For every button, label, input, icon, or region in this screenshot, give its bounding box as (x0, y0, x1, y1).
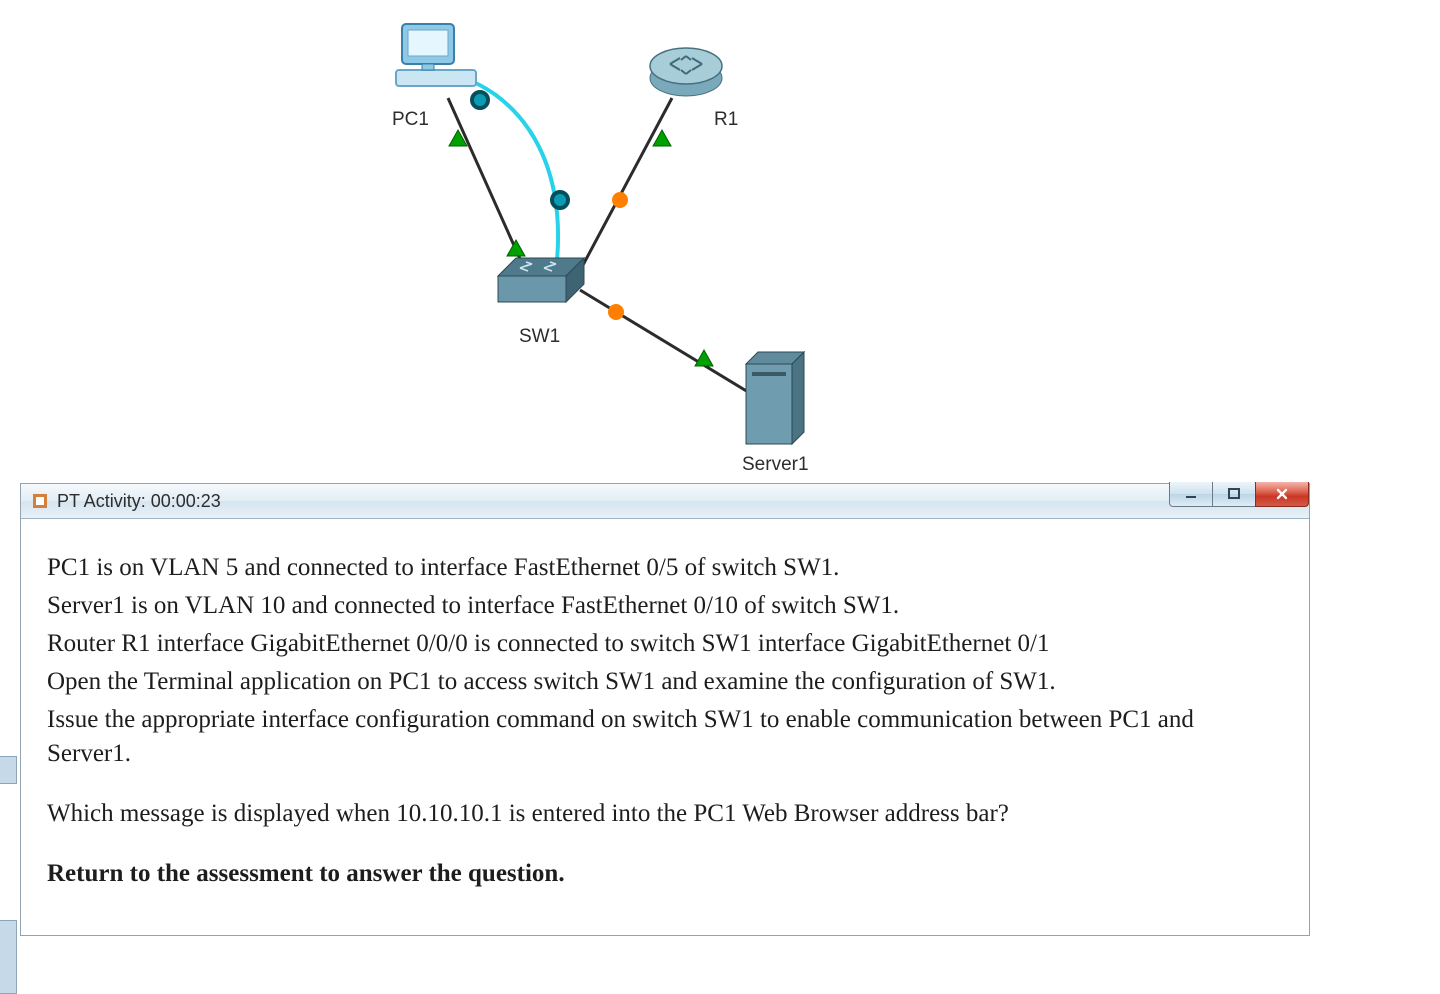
console-port-marker (552, 192, 568, 208)
topology-svg (0, 0, 1440, 490)
return-instruction: Return to the assessment to answer the q… (47, 857, 1283, 891)
minimize-button[interactable] (1169, 482, 1213, 507)
label-server1: Server1 (742, 454, 809, 476)
docked-fragment (0, 920, 17, 994)
status-amber-circle (608, 304, 624, 320)
pc-icon[interactable] (396, 24, 476, 86)
label-r1: R1 (714, 109, 738, 131)
instruction-line: Open the Terminal application on PC1 to … (47, 665, 1283, 699)
question-line: Which message is displayed when 10.10.10… (47, 797, 1283, 831)
network-topology: PC1 R1 SW1 Server1 (0, 0, 1440, 490)
instruction-line: Router R1 interface GigabitEthernet 0/0/… (47, 627, 1283, 661)
status-up-triangle (653, 130, 671, 146)
close-button[interactable] (1255, 482, 1309, 507)
window-body: PC1 is on VLAN 5 and connected to interf… (21, 519, 1309, 935)
docked-fragment (0, 756, 17, 784)
status-amber-circle (612, 192, 628, 208)
link-sw1-server1 (580, 290, 758, 398)
label-sw1: SW1 (519, 326, 560, 348)
server-icon[interactable] (746, 352, 804, 444)
status-up-triangle (507, 240, 525, 256)
instruction-line: Issue the appropriate interface configur… (47, 703, 1283, 771)
app-icon (31, 492, 49, 510)
window-title: PT Activity: 00:00:23 (57, 491, 221, 512)
label-pc1: PC1 (392, 109, 429, 131)
switch-icon[interactable] (498, 258, 584, 302)
maximize-button[interactable] (1212, 482, 1256, 507)
window-controls (1170, 482, 1309, 507)
instruction-line: Server1 is on VLAN 10 and connected to i… (47, 589, 1283, 623)
instruction-line: PC1 is on VLAN 5 and connected to interf… (47, 551, 1283, 585)
titlebar[interactable]: PT Activity: 00:00:23 (21, 484, 1309, 519)
link-pc1-sw1-console (454, 75, 558, 270)
router-icon[interactable] (650, 48, 722, 96)
pt-activity-window: PT Activity: 00:00:23 PC1 is on VLAN 5 a… (20, 483, 1310, 936)
link-r1-sw1 (575, 98, 672, 280)
console-port-marker (472, 92, 488, 108)
status-up-triangle (695, 350, 713, 366)
